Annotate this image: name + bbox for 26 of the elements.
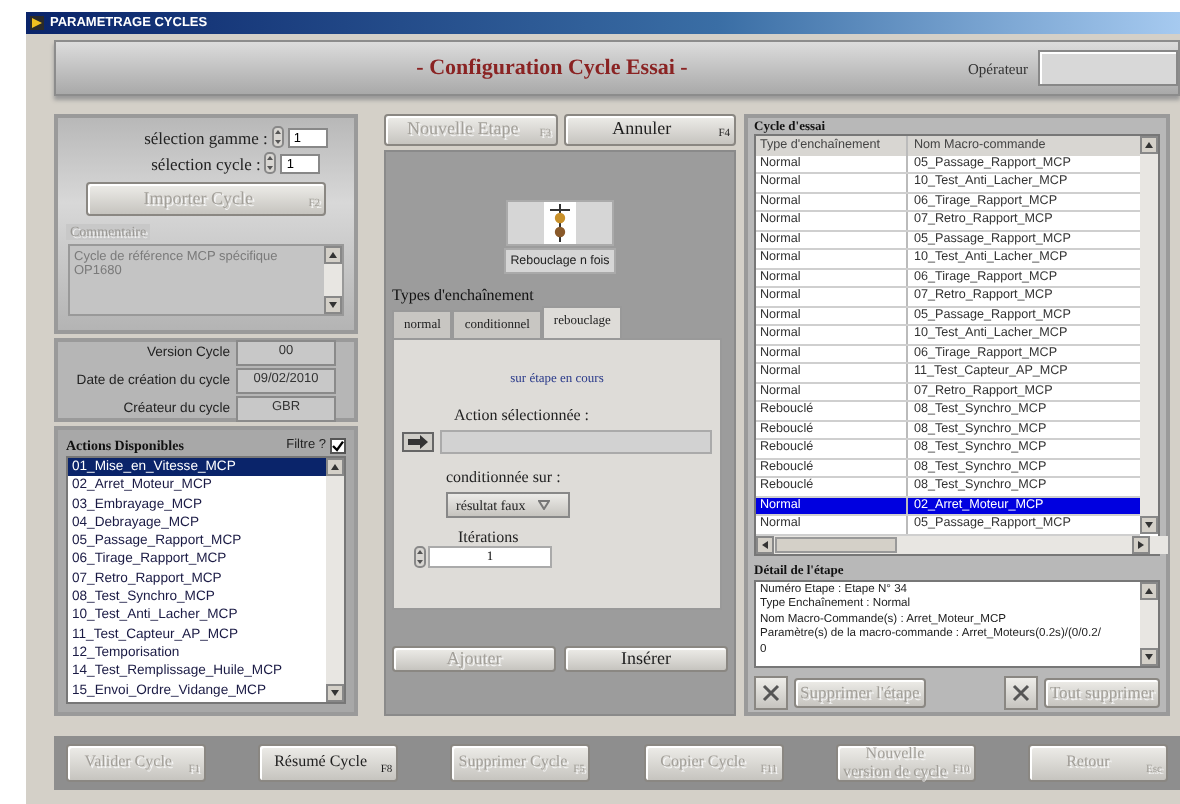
scrollbar[interactable]: [324, 246, 342, 314]
selection-label: sélection gamme :: [144, 127, 268, 147]
dropdown-arrow-icon: [537, 500, 550, 510]
condition-label: conditionnée sur :: [446, 468, 563, 486]
delete-icon[interactable]: [1003, 675, 1038, 709]
actions-list[interactable]: [66, 456, 346, 704]
selection-label: sélection cycle :: [151, 153, 261, 173]
operator-field[interactable]: [1038, 50, 1178, 86]
filter-checkbox[interactable]: [330, 437, 346, 453]
scrollbar[interactable]: [326, 458, 344, 702]
action-label: Action sélectionnée :: [454, 406, 592, 424]
iterations-label: Itérations: [458, 528, 521, 546]
scrollbar[interactable]: [1140, 581, 1158, 665]
arrow-button[interactable]: [402, 432, 434, 452]
screen-title: - Configuration Cycle Essai -: [414, 56, 690, 80]
delete-icon[interactable]: [754, 675, 788, 709]
spinner-icon[interactable]: [414, 546, 426, 568]
spinner-icon[interactable]: [271, 126, 284, 148]
step-icon: [506, 200, 614, 246]
edit-button[interactable]: Insérer: [564, 646, 728, 672]
app-icon: [30, 16, 44, 30]
action-field[interactable]: [440, 430, 712, 454]
chain-types-label: Types d'enchaînement: [392, 286, 536, 304]
scrollbar[interactable]: [1140, 136, 1158, 534]
scrollbar[interactable]: [756, 535, 1168, 553]
spinner-icon[interactable]: [264, 152, 277, 174]
